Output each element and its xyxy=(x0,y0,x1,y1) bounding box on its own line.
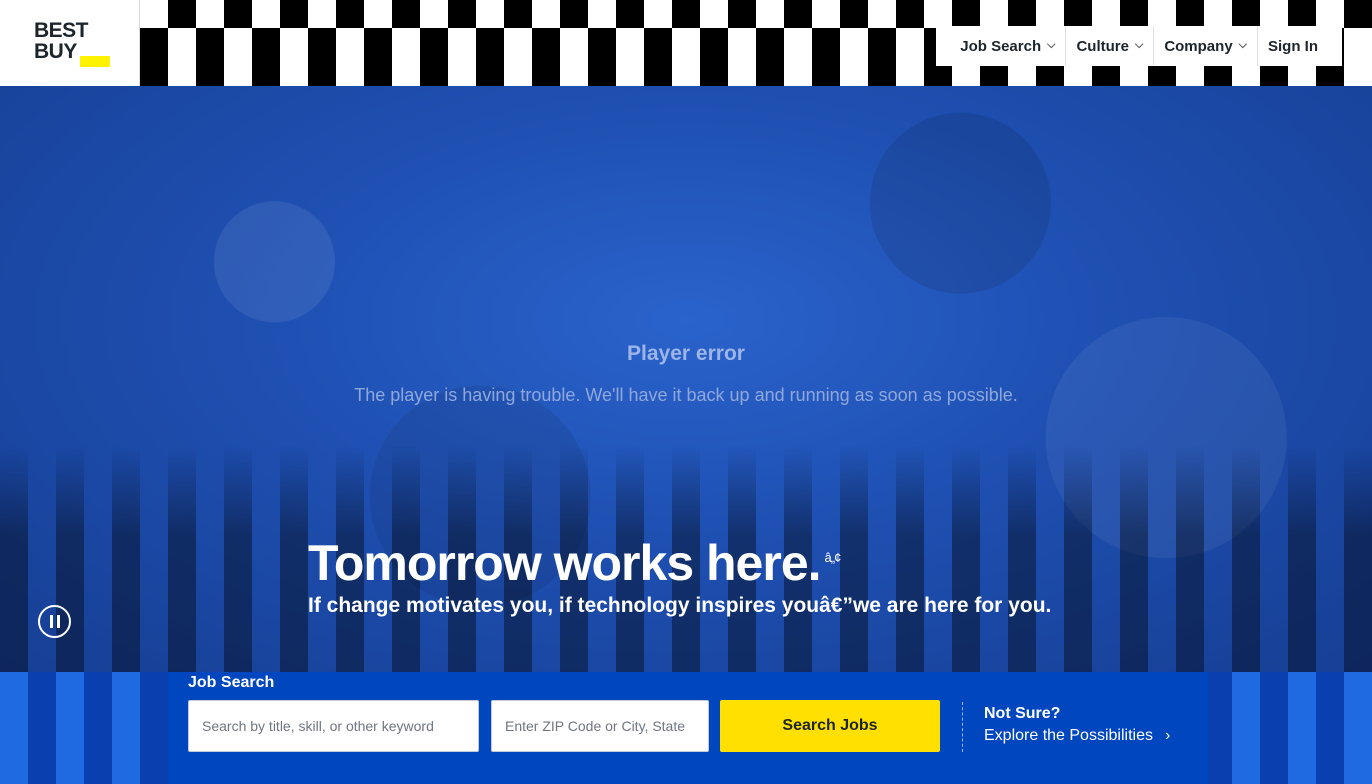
keyword-search-input[interactable] xyxy=(188,700,479,752)
nav-item-company[interactable]: Company ⌵ xyxy=(1154,26,1258,66)
job-search-label: Job Search xyxy=(188,674,275,691)
pause-icon xyxy=(49,615,53,628)
site-header: BEST BUY Job Search ⌵ Culture ⌵ Company … xyxy=(0,0,1372,86)
nav-item-label: Company xyxy=(1164,37,1233,55)
hero-headline: Tomorrow works here. â„¢ xyxy=(308,534,842,592)
nav-item-label: Culture xyxy=(1076,37,1129,55)
nav-item-label: Sign In xyxy=(1268,37,1318,55)
player-error-message: The player is having trouble. We'll have… xyxy=(354,385,1018,405)
chevron-right-icon: › xyxy=(1164,727,1171,744)
nav-item-culture[interactable]: Culture ⌵ xyxy=(1066,26,1155,66)
hero-headline-text: Tomorrow works here. xyxy=(308,535,822,591)
hero-subhead: If change motivates you, if technology i… xyxy=(308,594,1052,617)
search-jobs-button[interactable]: Search Jobs xyxy=(720,700,940,752)
nav-item-sign-in[interactable]: Sign In xyxy=(1258,26,1328,66)
explore-label: Explore the Possibilities xyxy=(984,727,1153,744)
logo-container[interactable]: BEST BUY xyxy=(0,0,140,86)
logo-tag-icon xyxy=(80,56,110,67)
not-sure-heading: Not Sure? xyxy=(984,705,1061,722)
trademark-mark: â„¢ xyxy=(824,550,842,566)
chevron-down-icon: ⌵ xyxy=(1134,38,1144,51)
main-nav: Job Search ⌵ Culture ⌵ Company ⌵ Sign In xyxy=(936,26,1342,66)
explore-possibilities-link[interactable]: Explore the Possibilities › xyxy=(984,727,1170,745)
hero-video-section: Player error The player is having troubl… xyxy=(0,86,1372,672)
nav-item-job-search[interactable]: Job Search ⌵ xyxy=(950,26,1067,66)
chevron-down-icon: ⌵ xyxy=(1238,38,1247,51)
job-search-form: Job Search Search Jobs Not Sure? Explore… xyxy=(168,672,1208,784)
divider xyxy=(962,702,963,752)
nav-item-label: Job Search xyxy=(960,37,1042,55)
job-search-band: Job Search Search Jobs Not Sure? Explore… xyxy=(0,672,1372,784)
pause-icon-bar xyxy=(56,615,60,628)
chevron-down-icon: ⌵ xyxy=(1047,38,1056,51)
best-buy-logo[interactable]: BEST BUY xyxy=(34,20,112,68)
player-error-title: Player error xyxy=(627,342,745,365)
location-search-input[interactable] xyxy=(491,700,709,752)
pause-button[interactable] xyxy=(38,605,71,638)
logo-line-1: BEST xyxy=(34,19,89,42)
